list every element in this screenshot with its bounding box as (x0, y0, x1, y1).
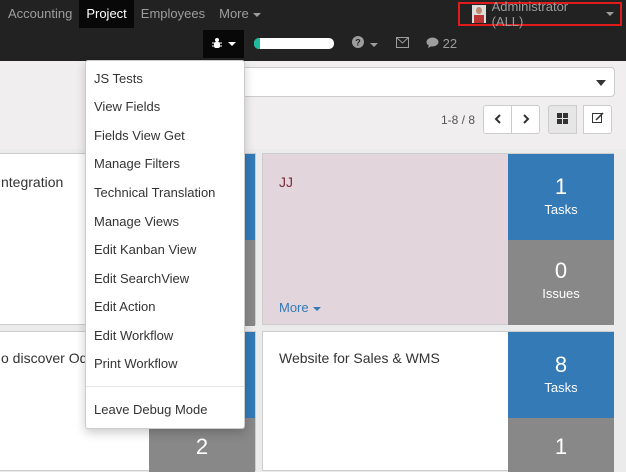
menu-more[interactable]: More (212, 0, 268, 28)
menu-item-view-fields[interactable]: View Fields (94, 99, 160, 114)
issues-count: 1 (554, 434, 568, 459)
search-input[interactable] (238, 67, 615, 97)
chevron-down-icon[interactable] (596, 80, 606, 86)
chevron-down-icon (606, 12, 614, 16)
issues-stat[interactable]: 0 Issues (508, 240, 614, 325)
menu-accounting[interactable]: Accounting (1, 0, 79, 28)
mail-icon[interactable] (396, 36, 409, 51)
menu-more-label: More (219, 6, 249, 21)
user-name: Administrator (ALL) (491, 0, 569, 29)
kanban-view-button[interactable] (548, 105, 577, 134)
chevron-down-icon (369, 42, 378, 47)
chevron-down-icon (312, 306, 321, 311)
kanban-card[interactable]: JJ More 1 Tasks 0 Issues (262, 153, 614, 325)
pager-previous-button[interactable] (483, 105, 512, 134)
chevron-down-icon (252, 12, 261, 17)
card-title: JJ (279, 174, 293, 190)
debug-menu-button[interactable] (203, 30, 244, 58)
chat-count: 22 (442, 36, 458, 51)
menu-employees[interactable]: Employees (134, 0, 212, 28)
form-view-button[interactable] (583, 105, 612, 134)
progress-bar (254, 38, 334, 49)
menu-divider (86, 386, 244, 387)
chevron-down-icon (228, 42, 236, 46)
tasks-count: 1 (554, 174, 568, 199)
chevron-right-icon (522, 113, 530, 127)
menu-project[interactable]: Project (79, 0, 134, 28)
card-title: Website for Sales & WMS (279, 350, 440, 366)
debug-dropdown-menu: JS Tests View Fields Fields View Get Man… (85, 60, 245, 429)
menu-item-fields-view-get[interactable]: Fields View Get (94, 128, 185, 143)
menu-item-technical-translation[interactable]: Technical Translation (94, 185, 215, 200)
avatar (472, 5, 486, 23)
more-label: More (279, 300, 309, 315)
systray: ? 22 (0, 30, 626, 58)
progress-fill (254, 38, 261, 49)
menu-item-manage-views[interactable]: Manage Views (94, 214, 179, 229)
issues-stat[interactable]: 1 (508, 418, 614, 472)
kanban-card[interactable]: Website for Sales & WMS 8 Tasks 1 (262, 331, 614, 472)
tasks-count: 8 (554, 352, 568, 377)
menu-item-manage-filters[interactable]: Manage Filters (94, 156, 180, 171)
menu-item-edit-kanban-view[interactable]: Edit Kanban View (94, 242, 196, 257)
tasks-label: Tasks (544, 380, 578, 395)
menu-item-print-workflow[interactable]: Print Workflow (94, 356, 178, 371)
bug-icon (211, 37, 223, 52)
tasks-stat[interactable]: 1 Tasks (508, 154, 614, 240)
edit-icon (591, 112, 604, 127)
menu-item-edit-workflow[interactable]: Edit Workflow (94, 328, 173, 343)
menu-item-leave-debug-mode[interactable]: Leave Debug Mode (94, 402, 207, 417)
pager-next-button[interactable] (511, 105, 540, 134)
card-title: o discover Od (1, 350, 88, 366)
issues-count: 0 (554, 258, 568, 283)
main-menu: Accounting Project Employees More (1, 0, 268, 28)
more-link[interactable]: More (279, 300, 321, 315)
svg-text:?: ? (355, 38, 361, 48)
issues-count: 2 (195, 434, 209, 459)
menu-item-edit-action[interactable]: Edit Action (94, 299, 155, 314)
user-menu[interactable]: Administrator (ALL) (458, 0, 622, 29)
help-icon[interactable]: ? (352, 36, 378, 51)
tasks-label: Tasks (544, 202, 578, 217)
menu-item-edit-searchview[interactable]: Edit SearchView (94, 271, 189, 286)
chat-icon (426, 36, 439, 51)
tasks-stat[interactable]: 8 Tasks (508, 332, 614, 418)
top-navbar: Accounting Project Employees More Admini… (0, 0, 626, 61)
pager-value: 1-8 / 8 (441, 113, 476, 127)
chevron-left-icon (494, 113, 502, 127)
menu-item-js-tests[interactable]: JS Tests (94, 71, 143, 86)
grid-icon (557, 112, 568, 127)
chat-button[interactable]: 22 (426, 36, 457, 51)
issues-label: Issues (542, 286, 580, 301)
card-title: ntegration (1, 174, 64, 190)
